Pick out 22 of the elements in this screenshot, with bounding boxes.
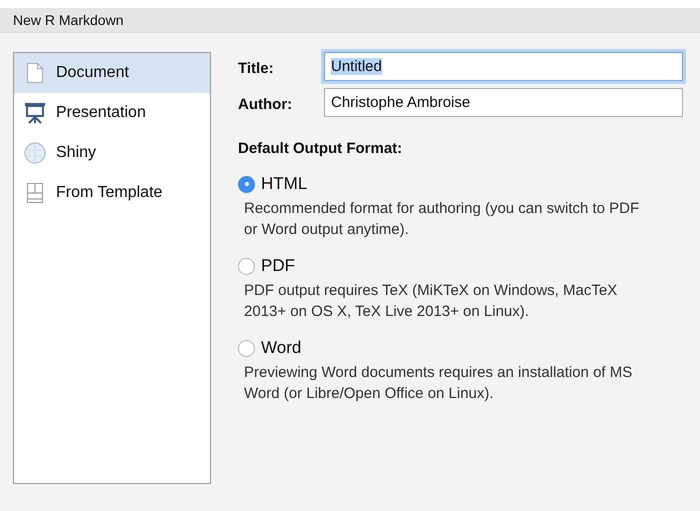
sidebar-item[interactable]: Presentation xyxy=(14,93,210,133)
option-description: PDF output requires TeX (MiKTeX on Windows, MacTeX 2013+ on OS X, TeX Live 2013+ on Linux). xyxy=(243,281,618,322)
radio-label[interactable]: Word xyxy=(261,338,302,358)
radio-button[interactable] xyxy=(238,258,255,274)
radio-button[interactable] xyxy=(238,176,255,192)
sidebar-item[interactable]: Shiny xyxy=(14,133,210,173)
field-label: Author: xyxy=(238,95,294,113)
template-icon xyxy=(24,182,46,204)
text-field[interactable]: Christophe Ambroise xyxy=(324,88,683,117)
option-description: Recommended format for authoring (you can switch to PDF or Word output anytime). xyxy=(243,199,640,240)
option-description: Previewing Word documents requires an installation of MS Word (or Libre/Open Office on Linux). xyxy=(243,363,634,404)
radio-label[interactable]: HTML xyxy=(261,174,308,194)
window-title: New R Markdown xyxy=(13,12,124,28)
sidebar-item[interactable]: From Template xyxy=(14,173,210,213)
page-icon xyxy=(24,62,46,84)
section-heading: Default Output Format: xyxy=(238,140,404,157)
sidebar-item[interactable]: Document xyxy=(14,53,210,93)
easel-icon xyxy=(24,102,46,124)
text-field[interactable]: Untitled xyxy=(324,52,683,81)
field-label: Title: xyxy=(238,59,275,77)
radio-button[interactable] xyxy=(238,340,255,356)
radio-label[interactable]: PDF xyxy=(261,256,295,276)
